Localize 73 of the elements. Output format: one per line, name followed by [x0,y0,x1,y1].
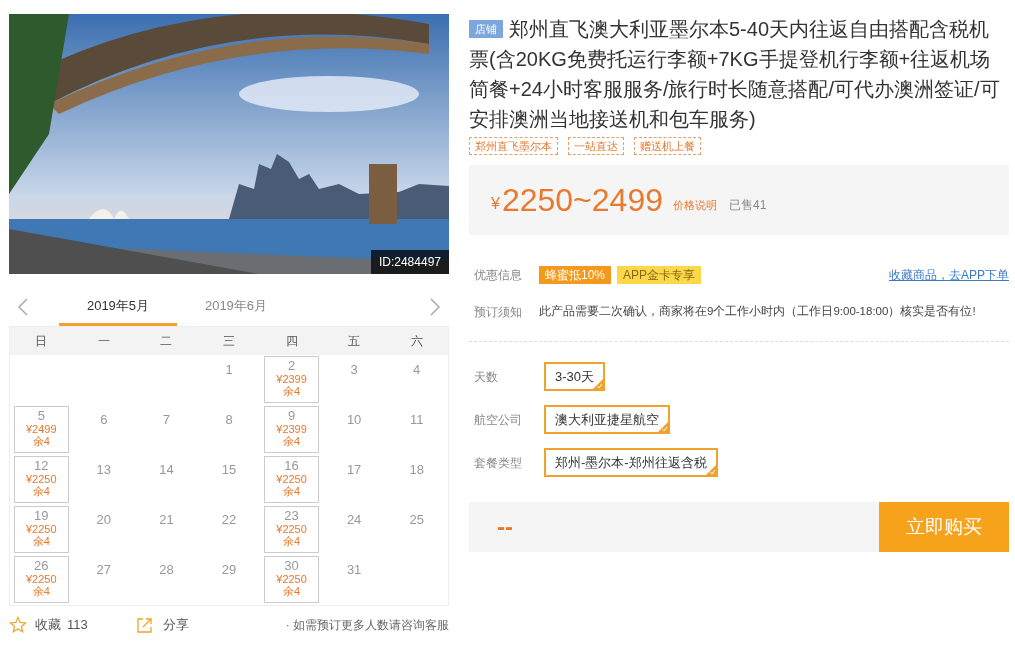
calendar-day: 21 [159,510,174,530]
calendar-day: 3 [350,360,358,380]
price-range: 2250~2499 [501,181,663,220]
app-order-link[interactable]: 收藏商品，去APP下单 [889,266,1009,284]
share-icon[interactable] [135,616,153,634]
calendar-day: 24 [346,510,362,530]
promotion-badge: APP金卡专享 [617,266,702,284]
favorite-link[interactable]: 收藏 [35,615,61,635]
calendar-day[interactable]: 23 ¥2250 余4 [264,506,319,553]
calendar-day: 11 [409,410,424,430]
month-tab[interactable]: 2019年6月 [177,288,295,326]
calendar-day[interactable]: 19 ¥2250 余4 [14,506,69,553]
calendar-day: 7 [162,410,171,430]
feature-tag: 赠送机上餐 [634,137,701,155]
favorite-count: 113 [67,616,88,635]
calendar-day: 6 [100,410,108,430]
calendar-day: 4 [413,360,421,380]
calendar-day: 25 [409,510,424,530]
notice-label: 预订须知 [473,304,523,321]
weekday-label: 一 [97,333,110,350]
weekday-label: 五 [348,333,361,350]
buy-now-button[interactable]: 立即购买 [879,502,1009,552]
option-label: 航空公司 [473,411,523,429]
calendar-day: 14 [159,460,174,480]
option-label: 套餐类型 [473,454,523,472]
calendar-day: 18 [409,460,424,480]
notice-text: 此产品需要二次确认，商家将在9个工作小时内（工作日9:00-18:00）核实是否有位! [539,304,976,320]
check-icon [658,422,668,432]
calendar-day: 8 [225,410,233,430]
promotion-label: 优惠信息 [473,267,523,284]
total-price: -- [497,512,513,542]
weekday-label: 二 [160,333,173,350]
option-choice[interactable]: 澳大利亚捷星航空 [544,405,670,434]
calendar-day: 20 [96,510,112,530]
calendar-day[interactable]: 30 ¥2250 余4 [264,556,319,603]
check-icon [705,465,716,475]
sold-count: 已售41 [728,197,767,214]
calendar-day: 1 [225,360,233,380]
weekday-label: 日 [35,333,48,350]
option-choice[interactable]: 3-30天 [544,362,606,391]
feature-tag: 郑州直飞墨尔本 [469,137,558,155]
calendar-day: 15 [221,460,237,480]
calendar-day[interactable]: 2 ¥2399 余4 [264,356,319,403]
feature-tag: 一站直达 [568,137,624,155]
calendar-day: 13 [96,460,112,480]
currency-symbol: ¥ [491,194,500,214]
share-link[interactable]: 分享 [162,615,189,635]
check-icon [593,379,604,389]
calendar-day: 10 [346,410,362,430]
price-explanation-link[interactable]: 价格说明 [672,196,717,214]
calendar-day: 29 [221,560,237,580]
calendar-day: 22 [221,510,237,530]
calendar-day[interactable]: 16 ¥2250 余4 [264,456,319,503]
promotion-badge: 蜂蜜抵10% [539,266,612,284]
weekday-label: 四 [285,333,298,350]
option-choice[interactable]: 郑州-墨尔本-郑州往返含税 [544,448,718,477]
calendar-day: 28 [159,560,174,580]
booking-note: · 如需预订更多人数请咨询客服 [285,617,449,634]
calendar-day[interactable]: 12 ¥2250 余4 [14,456,69,503]
calendar-day[interactable]: 26 ¥2250 余4 [14,556,69,603]
option-label: 天数 [473,368,499,386]
product-title: 店铺 郑州直飞澳大利亚墨尔本5-40天内往返自由搭配含税机票(含20KG免费托运行李额+7KG手提登机行李额+往返机场简餐+24小时客服服务/旅行时长随意搭配/可代办澳洲签证/可安排澳洲当地接送机和包车服务) [469,17,1001,132]
weekday-label: 六 [410,333,423,350]
calendar-day[interactable]: 5 ¥2499 余4 [14,406,69,453]
calendar-day[interactable]: 9 ¥2399 余4 [264,406,319,453]
id-badge: ID:2484497 [370,250,449,274]
weekday-label: 三 [223,333,235,350]
next-icon[interactable] [429,298,441,316]
calendar-day: 17 [346,460,362,480]
calendar-day: 31 [346,560,362,580]
calendar-day: 27 [96,560,112,580]
star-icon[interactable] [9,616,27,634]
previous-icon[interactable] [17,298,29,316]
